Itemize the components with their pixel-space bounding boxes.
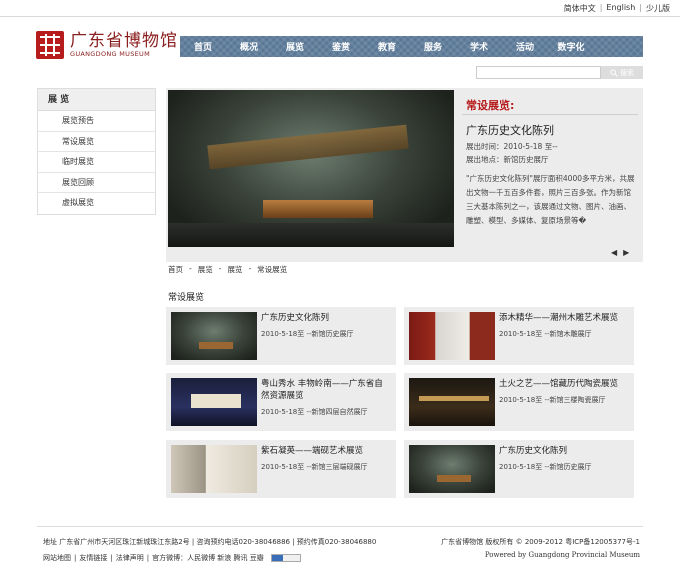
featured-exhibition-title[interactable]: 广东历史文化陈列 bbox=[466, 122, 554, 138]
nav-item-home[interactable]: 首页 bbox=[180, 40, 226, 53]
seal-icon bbox=[36, 31, 64, 59]
divider: | bbox=[110, 554, 113, 562]
lang-simplified-link[interactable]: 简体中文 bbox=[564, 3, 596, 14]
exhibition-card-meta: 2010-5-18至 --新馆木雕展厅 bbox=[499, 330, 592, 338]
exhibition-card[interactable]: 紫石凝英——端砚艺术展览 2010-5-18至 --新馆三层端砚展厅 bbox=[166, 440, 396, 498]
search-icon bbox=[610, 68, 618, 77]
nav-item-appreciation[interactable]: 鉴赏 bbox=[318, 40, 364, 53]
prev-arrow-icon[interactable]: ◀ bbox=[611, 248, 617, 257]
breadcrumb-item[interactable]: 展览 bbox=[198, 264, 213, 275]
divider: | bbox=[74, 554, 77, 562]
exhibition-card-title[interactable]: 添木精华——潮州木雕艺术展览 bbox=[499, 312, 629, 324]
sidebar-item-permanent[interactable]: 常设展览 bbox=[38, 132, 155, 152]
exhibition-card-title[interactable]: 粤山秀水 丰物岭南——广东省自然资源展览 bbox=[261, 378, 391, 402]
exhibition-thumbnail[interactable] bbox=[409, 378, 495, 426]
breadcrumb-item: 常设展览 bbox=[257, 265, 288, 274]
nav-item-academic[interactable]: 学术 bbox=[456, 40, 502, 53]
section-title: 常设展览 bbox=[168, 293, 205, 303]
footer-links: 网站地图 | 友情链接 | 法律声明 | 官方微博：人民微博 新浪 腾讯 豆瓣 bbox=[43, 553, 301, 563]
breadcrumb-item[interactable]: 首页 bbox=[168, 264, 183, 275]
nav-item-events[interactable]: 活动 bbox=[502, 40, 548, 53]
exhibition-thumbnail[interactable] bbox=[409, 312, 495, 360]
exhibition-card[interactable]: 广东历史文化陈列 2010-5-18至 --新馆历史展厅 bbox=[404, 440, 634, 498]
exhibition-card-title[interactable]: 土火之艺——馆藏历代陶瓷展览 bbox=[499, 378, 629, 390]
search-input[interactable] bbox=[476, 66, 601, 79]
divider: | bbox=[639, 3, 642, 12]
sidebar-item-virtual[interactable]: 虚拟展览 bbox=[38, 193, 155, 214]
featured-exhibition-image[interactable] bbox=[168, 90, 454, 247]
footer-link-friends[interactable]: 友情链接 bbox=[79, 553, 107, 563]
sidebar-item-upcoming[interactable]: 展览预告 bbox=[38, 111, 155, 132]
footer-copyright: 广东省博物馆 版权所有 © 2009-2012 粤ICP备12005377号-1 bbox=[441, 538, 640, 546]
exhibition-card-meta: 2010-5-18至 --新馆三楼陶瓷展厅 bbox=[499, 396, 606, 404]
top-links: 简体中文 | English | 少儿版 bbox=[564, 3, 670, 14]
nav-item-exhibitions[interactable]: 展览 bbox=[272, 40, 318, 53]
exhibition-card-meta: 2010-5-18至 --新馆四层自然展厅 bbox=[261, 408, 368, 416]
kids-version-link[interactable]: 少儿版 bbox=[646, 3, 670, 14]
search-button-label: 搜索 bbox=[620, 68, 634, 77]
breadcrumb-separator: - bbox=[189, 264, 192, 273]
breadcrumb: 首页 - 展览 - 展览 - 常设展览 bbox=[168, 264, 287, 275]
footer-link-sitemap[interactable]: 网站地图 bbox=[43, 553, 71, 563]
cnzz-badge-icon[interactable] bbox=[270, 554, 301, 562]
divider: | bbox=[599, 3, 603, 12]
exhibition-card[interactable]: 粤山秀水 丰物岭南——广东省自然资源展览 2010-5-18至 --新馆四层自然… bbox=[166, 373, 396, 431]
featured-section-label: 常设展览: bbox=[466, 99, 515, 112]
exhibition-card[interactable]: 土火之艺——馆藏历代陶瓷展览 2010-5-18至 --新馆三楼陶瓷展厅 bbox=[404, 373, 634, 431]
exhibition-card-title[interactable]: 紫石凝英——端砚艺术展览 bbox=[261, 445, 391, 457]
site-logo[interactable]: 广东省博物馆 GUANGDONG MUSEUM bbox=[36, 31, 178, 59]
lang-english-link[interactable]: English bbox=[606, 3, 635, 14]
logo-cn-text: 广东省博物馆 bbox=[70, 31, 178, 51]
search-button[interactable]: 搜索 bbox=[601, 66, 643, 79]
featured-exhibition-desc: "广东历史文化陈列"展厅面积4000多平方米，共展出文物一千五百多件套，照片三百… bbox=[466, 174, 635, 225]
nav-item-overview[interactable]: 概况 bbox=[226, 40, 272, 53]
nav-item-education[interactable]: 教育 bbox=[364, 40, 410, 53]
divider bbox=[462, 114, 638, 115]
divider: | bbox=[146, 554, 150, 562]
footer-address: 地址 广东省广州市天河区珠江新城珠江东路2号 | 咨询预约电话020-38046… bbox=[43, 538, 377, 546]
breadcrumb-item[interactable]: 展览 bbox=[227, 264, 242, 275]
next-arrow-icon[interactable]: ▶ bbox=[623, 248, 629, 257]
logo-en-text: GUANGDONG MUSEUM bbox=[70, 50, 150, 58]
nav-item-digital[interactable]: 数字化 bbox=[548, 40, 594, 53]
search-bar: 搜索 bbox=[476, 66, 643, 79]
exhibition-thumbnail[interactable] bbox=[171, 378, 257, 426]
footer-powered-by: Powered by Guangdong Provincial Museum bbox=[484, 551, 640, 559]
main-nav: 首页 概况 展览 鉴赏 教育 服务 学术 活动 数字化 bbox=[180, 36, 643, 57]
exhibition-thumbnail[interactable] bbox=[409, 445, 495, 493]
footer-link-legal[interactable]: 法律声明 bbox=[116, 553, 144, 563]
sidebar-item-review[interactable]: 展览回顾 bbox=[38, 173, 155, 193]
exhibition-thumbnail[interactable] bbox=[171, 445, 257, 493]
top-divider bbox=[0, 16, 680, 17]
exhibition-card-meta: 2010-5-18至 --新馆历史展厅 bbox=[499, 463, 592, 471]
exhibition-card-meta: 2010-5-18至 --新馆历史展厅 bbox=[261, 330, 354, 338]
sidebar-heading: 展 览 bbox=[38, 89, 155, 111]
exhibition-card-meta: 2010-5-18至 --新馆三层端砚展厅 bbox=[261, 463, 368, 471]
featured-exhibition-place: 展出地点：新馆历史展厅 bbox=[466, 155, 549, 164]
exhibition-card-title[interactable]: 广东历史文化陈列 bbox=[261, 312, 391, 324]
carousel-pager: ◀ ▶ bbox=[611, 248, 629, 257]
footer-divider bbox=[37, 526, 643, 527]
sidebar-item-temporary[interactable]: 临时展览 bbox=[38, 152, 155, 173]
breadcrumb-separator: - bbox=[248, 264, 252, 273]
breadcrumb-separator: - bbox=[218, 264, 222, 273]
exhibition-thumbnail[interactable] bbox=[171, 312, 257, 360]
sidebar: 展 览 展览预告 常设展览 临时展览 展览回顾 虚拟展览 bbox=[37, 88, 156, 215]
exhibition-card-title[interactable]: 广东历史文化陈列 bbox=[499, 445, 629, 457]
exhibition-card[interactable]: 广东历史文化陈列 2010-5-18至 --新馆历史展厅 bbox=[166, 307, 396, 365]
exhibition-card[interactable]: 添木精华——潮州木雕艺术展览 2010-5-18至 --新馆木雕展厅 bbox=[404, 307, 634, 365]
featured-exhibition: 常设展览: 广东历史文化陈列 展出时间：2010-5-18 至-- 展出地点：新… bbox=[166, 88, 643, 262]
featured-exhibition-time: 展出时间：2010-5-18 至-- bbox=[466, 142, 558, 151]
nav-item-service[interactable]: 服务 bbox=[410, 40, 456, 53]
footer-link-weibo[interactable]: 官方微博：人民微博 新浪 腾讯 豆瓣 bbox=[152, 553, 264, 563]
